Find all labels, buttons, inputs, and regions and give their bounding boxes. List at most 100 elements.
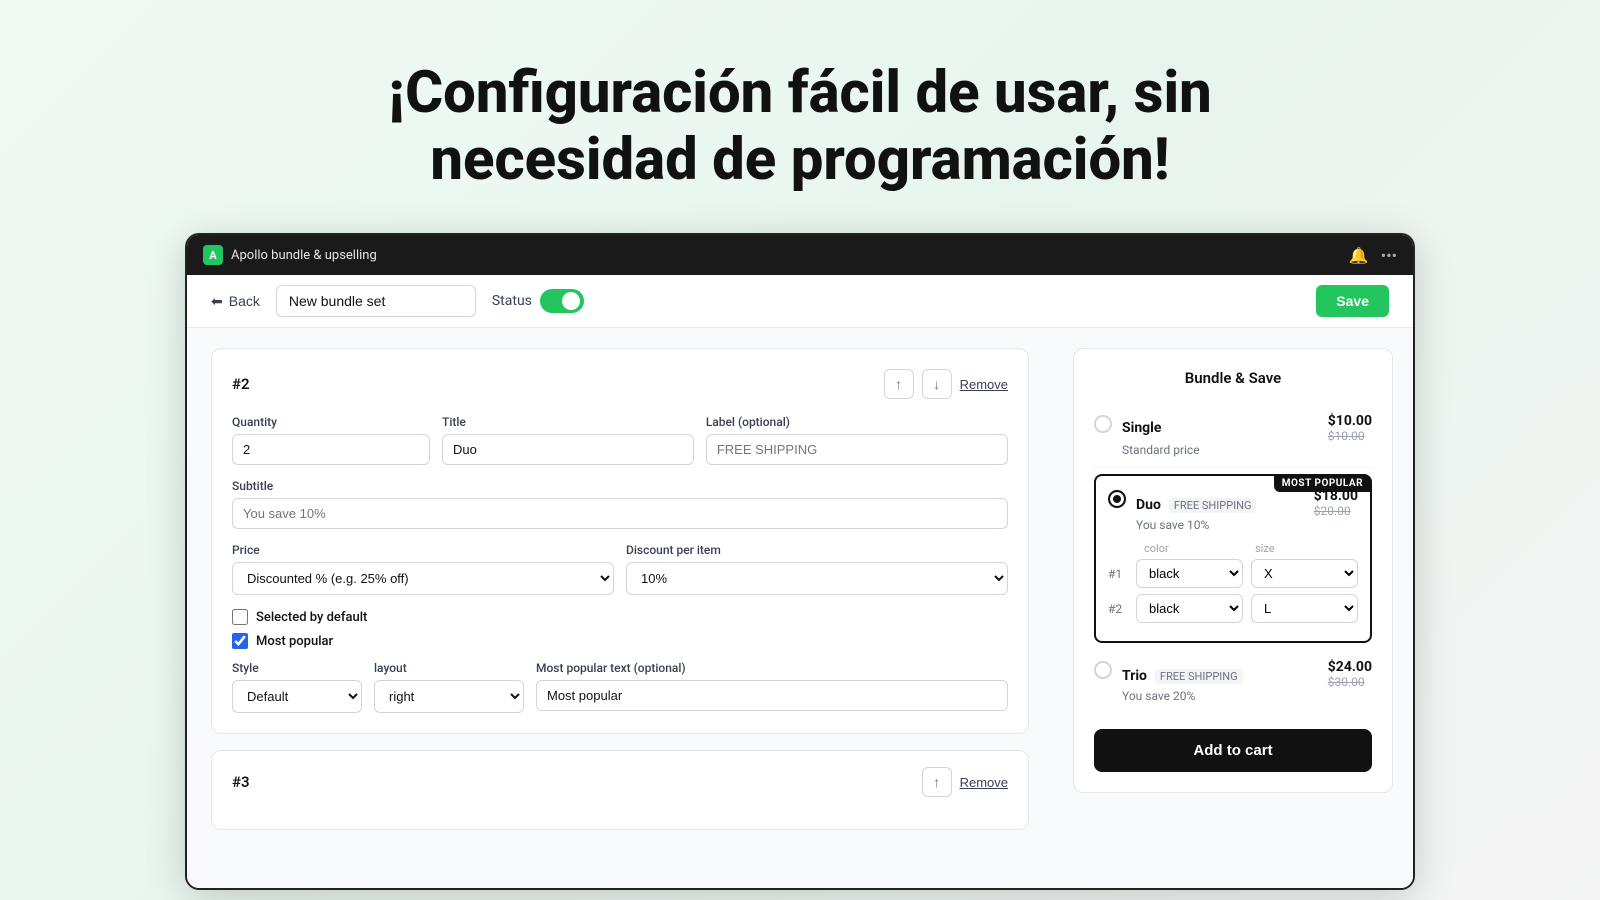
duo-info: Duo FREE SHIPPING $18.00 $20.00 You save… bbox=[1136, 488, 1358, 532]
quantity-input[interactable] bbox=[232, 434, 430, 465]
duo-option-box[interactable]: MOST POPULAR Duo FREE SHIPPING $18.00 bbox=[1094, 474, 1372, 643]
single-subtitle: Standard price bbox=[1122, 443, 1372, 457]
style-label: Style bbox=[232, 661, 362, 675]
move-down-button[interactable]: ↓ bbox=[922, 369, 952, 399]
bundle-name-input[interactable] bbox=[276, 285, 476, 317]
single-option-row[interactable]: Single $10.00 $10.00 Standard price bbox=[1094, 403, 1372, 468]
left-panel: #2 ↑ ↓ Remove Quantity Title bbox=[187, 328, 1053, 888]
popular-text-input[interactable] bbox=[536, 680, 1008, 711]
discount-select[interactable]: 10% bbox=[626, 562, 1008, 595]
bundle-card-3: #3 ↑ Remove bbox=[211, 750, 1029, 830]
duo-radio[interactable] bbox=[1108, 490, 1126, 508]
layout-label: layout bbox=[374, 661, 524, 675]
item2-size-select[interactable]: L bbox=[1251, 594, 1358, 623]
status-toggle[interactable] bbox=[540, 289, 584, 313]
trio-info: Trio FREE SHIPPING $24.00 $30.00 You sav… bbox=[1122, 659, 1372, 703]
item2-color-select[interactable]: black bbox=[1136, 594, 1243, 623]
most-popular-checkbox[interactable] bbox=[232, 633, 248, 649]
preview-title: Bundle & Save bbox=[1094, 369, 1372, 387]
single-name-row: Single $10.00 $10.00 bbox=[1122, 413, 1372, 443]
most-popular-label: Most popular bbox=[256, 634, 333, 649]
color-col-label: color bbox=[1144, 542, 1247, 555]
discount-label: Discount per item bbox=[626, 543, 1008, 557]
main-content: #2 ↑ ↓ Remove Quantity Title bbox=[187, 328, 1413, 888]
bundle-number-3: #3 bbox=[232, 773, 250, 791]
layout-group: layout right bbox=[374, 661, 524, 713]
subtitle-input[interactable] bbox=[232, 498, 1008, 529]
trio-name-badge: Trio FREE SHIPPING bbox=[1122, 665, 1243, 684]
remove-button-2[interactable]: Remove bbox=[960, 377, 1008, 392]
label-field-label: Label (optional) bbox=[706, 415, 1008, 429]
hero-title: ¡Configuración fácil de usar, sin necesi… bbox=[350, 60, 1250, 193]
header-actions-2: ↑ ↓ Remove bbox=[884, 369, 1008, 399]
duo-prices: $18.00 $20.00 bbox=[1314, 488, 1358, 518]
single-radio[interactable] bbox=[1094, 415, 1112, 433]
bundle-number-2: #2 bbox=[232, 375, 250, 393]
item-num-col bbox=[1108, 542, 1136, 555]
size-col-label: size bbox=[1255, 542, 1358, 555]
title-bar-left: A Apollo bundle & upselling bbox=[203, 245, 377, 265]
variant-row-2: #2 black L bbox=[1108, 594, 1358, 623]
trio-option-row[interactable]: Trio FREE SHIPPING $24.00 $30.00 You sav… bbox=[1094, 649, 1372, 713]
bell-icon[interactable]: 🔔 bbox=[1349, 246, 1369, 265]
duo-badge: FREE SHIPPING bbox=[1169, 498, 1257, 513]
single-price: $10.00 bbox=[1328, 413, 1372, 429]
more-icon[interactable]: ••• bbox=[1381, 246, 1397, 265]
single-info: Single $10.00 $10.00 Standard price bbox=[1122, 413, 1372, 457]
status-label: Status bbox=[492, 293, 532, 309]
quantity-label: Quantity bbox=[232, 415, 430, 429]
remove-button-3[interactable]: Remove bbox=[960, 775, 1008, 790]
discount-group: Discount per item 10% bbox=[626, 543, 1008, 595]
price-group: Price Discounted % (e.g. 25% off) bbox=[232, 543, 614, 595]
popular-text-label: Most popular text (optional) bbox=[536, 661, 1008, 675]
trio-prices: $24.00 $30.00 bbox=[1328, 659, 1372, 689]
app-title: Apollo bundle & upselling bbox=[231, 248, 377, 263]
header-actions-3: ↑ Remove bbox=[922, 767, 1008, 797]
duo-name-badge: Duo FREE SHIPPING bbox=[1136, 494, 1256, 513]
trio-badge: FREE SHIPPING bbox=[1155, 669, 1243, 684]
trio-name-row: Trio FREE SHIPPING $24.00 $30.00 bbox=[1122, 659, 1372, 689]
item1-size-select[interactable]: X bbox=[1251, 559, 1358, 588]
layout-select[interactable]: right bbox=[374, 680, 524, 713]
move-up-button[interactable]: ↑ bbox=[884, 369, 914, 399]
right-panel: Bundle & Save Single $10.00 $10.00 Stand… bbox=[1053, 328, 1413, 888]
move-up-button-3[interactable]: ↑ bbox=[922, 767, 952, 797]
selected-default-checkbox[interactable] bbox=[232, 609, 248, 625]
style-group: Style Default bbox=[232, 661, 362, 713]
back-icon: ⬅ bbox=[211, 293, 223, 310]
save-button[interactable]: Save bbox=[1316, 285, 1389, 317]
bundle-card-header-3: #3 ↑ Remove bbox=[232, 767, 1008, 797]
bundle-card-header-2: #2 ↑ ↓ Remove bbox=[232, 369, 1008, 399]
single-name: Single bbox=[1122, 420, 1161, 436]
duo-name: Duo bbox=[1136, 497, 1161, 513]
back-button[interactable]: ⬅ Back bbox=[211, 293, 260, 310]
hero-section: ¡Configuración fácil de usar, sin necesi… bbox=[0, 0, 1600, 233]
duo-name-row: Duo FREE SHIPPING $18.00 $20.00 bbox=[1136, 488, 1358, 518]
preview-card: Bundle & Save Single $10.00 $10.00 Stand… bbox=[1073, 348, 1393, 793]
toolbar: ⬅ Back Status Save bbox=[187, 275, 1413, 328]
subtitle-group: Subtitle bbox=[232, 479, 1008, 529]
title-bar: A Apollo bundle & upselling 🔔 ••• bbox=[187, 235, 1413, 275]
add-to-cart-button[interactable]: Add to cart bbox=[1094, 729, 1372, 772]
selected-default-row: Selected by default bbox=[232, 609, 1008, 625]
variant-row-1: #1 black X bbox=[1108, 559, 1358, 588]
price-discount-row: Price Discounted % (e.g. 25% off) Discou… bbox=[232, 543, 1008, 595]
price-select[interactable]: Discounted % (e.g. 25% off) bbox=[232, 562, 614, 595]
duo-original-price: $20.00 bbox=[1314, 504, 1358, 518]
trio-radio[interactable] bbox=[1094, 661, 1112, 679]
trio-price: $24.00 bbox=[1328, 659, 1372, 675]
label-input[interactable] bbox=[706, 434, 1008, 465]
style-select[interactable]: Default bbox=[232, 680, 362, 713]
duo-main-row: Duo FREE SHIPPING $18.00 $20.00 You save… bbox=[1108, 488, 1358, 532]
price-label: Price bbox=[232, 543, 614, 557]
subtitle-row: Subtitle bbox=[232, 479, 1008, 529]
title-group: Title bbox=[442, 415, 694, 465]
variant-selects: color size #1 black X bbox=[1108, 542, 1358, 623]
bundle-card-2: #2 ↑ ↓ Remove Quantity Title bbox=[211, 348, 1029, 734]
item1-color-select[interactable]: black bbox=[1136, 559, 1243, 588]
quantity-group: Quantity bbox=[232, 415, 430, 465]
title-field-label: Title bbox=[442, 415, 694, 429]
app-window: A Apollo bundle & upselling 🔔 ••• ⬅ Back… bbox=[185, 233, 1415, 890]
title-input[interactable] bbox=[442, 434, 694, 465]
item1-num: #1 bbox=[1108, 567, 1128, 581]
